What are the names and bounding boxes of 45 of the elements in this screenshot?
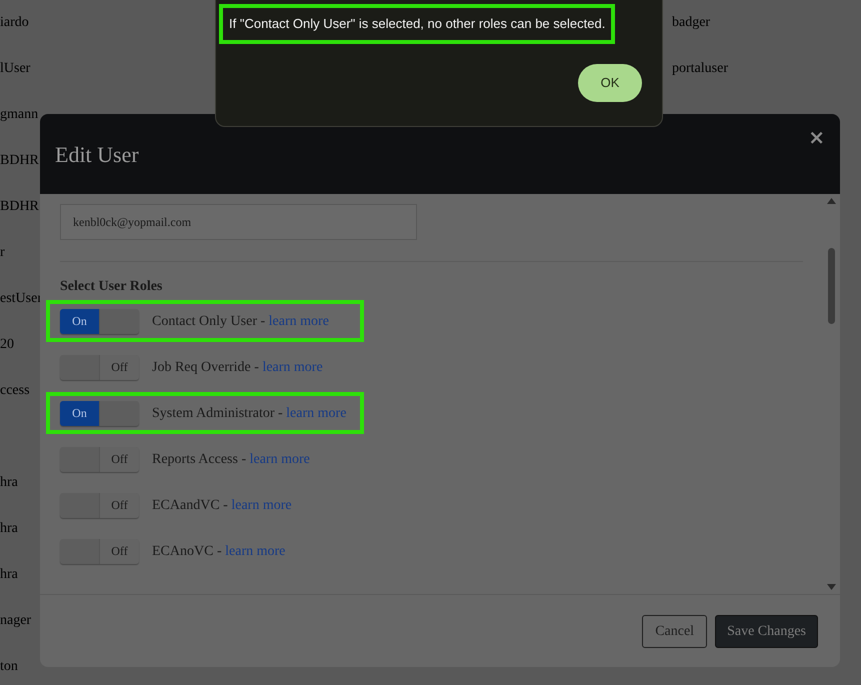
list-text: gmann [0,107,38,122]
role-toggle[interactable]: Off [60,538,139,564]
list-text: lUser [0,61,30,76]
learn-more-link[interactable]: learn more [225,544,286,558]
role-label: System Administrator - learn more [152,404,346,422]
role-toggle[interactable]: On [60,308,139,334]
list-text: portaluser [672,61,728,76]
list-text: BDHR [0,199,39,214]
role-label: Contact Only User - learn more [152,312,329,330]
scroll-up-icon[interactable] [827,198,836,204]
learn-more-link[interactable]: learn more [262,360,323,374]
role-label: ECAnoVC - learn more [152,542,286,560]
role-label: Job Req Override - learn more [152,358,323,376]
list-text: badger [672,15,710,30]
learn-more-link[interactable]: learn more [268,314,329,328]
list-text: BDHR [0,153,39,168]
list-text: ton [0,659,18,674]
list-text: estUser [0,291,42,306]
list-text: nager [0,613,32,628]
cancel-button[interactable]: Cancel [642,614,708,648]
learn-more-link[interactable]: learn more [250,452,310,466]
list-text: r [0,245,5,260]
save-changes-button[interactable]: Save Changes [715,614,818,648]
dialog-title: Edit User [55,140,139,168]
role-label: ECAandVC - learn more [152,496,292,514]
role-label: Reports Access - learn more [152,450,310,468]
role-toggle[interactable]: Off [60,354,139,380]
list-text: hra [0,475,18,490]
list-text: 20 [0,337,14,352]
section-title: Select User Roles [60,278,162,296]
learn-more-link[interactable]: learn more [286,406,346,420]
list-text: ccess [0,383,30,398]
role-toggle[interactable]: Off [60,446,139,472]
email-field[interactable]: kenbl0ck@yopmail.com [60,204,417,240]
scroll-down-icon[interactable] [827,584,836,590]
learn-more-link[interactable]: learn more [231,498,292,512]
ok-button[interactable]: OK [578,64,642,102]
alert-message: If "Contact Only User" is selected, no other roles can be selected. [219,4,616,44]
close-button[interactable]: × [808,122,825,152]
scrollbar-thumb[interactable] [828,248,835,324]
list-text: iardo [0,15,29,30]
role-toggle[interactable]: On [60,400,139,426]
list-text: hra [0,521,18,536]
role-toggle[interactable]: Off [60,492,139,518]
list-text: hra [0,567,18,582]
